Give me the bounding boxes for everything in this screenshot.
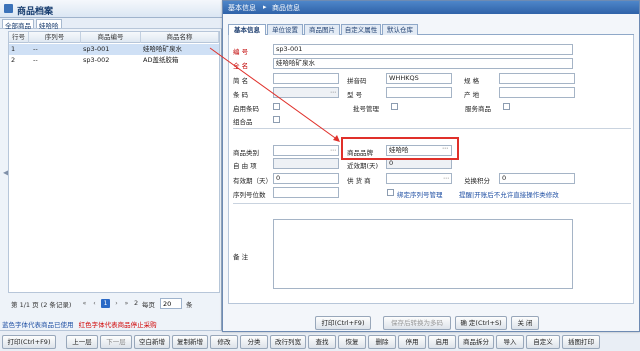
annotation-arrow (209, 47, 340, 142)
